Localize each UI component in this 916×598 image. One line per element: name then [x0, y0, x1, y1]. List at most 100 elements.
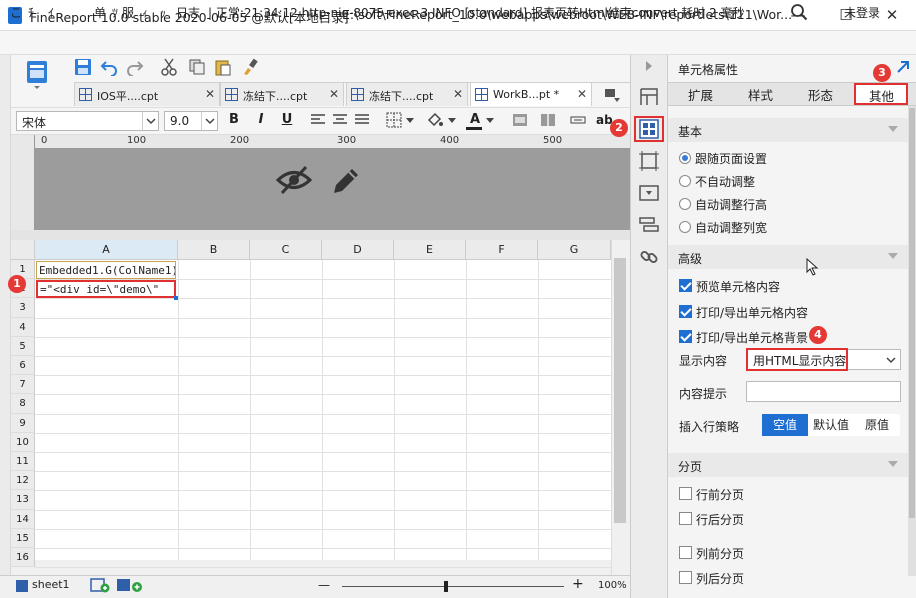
- section-paging[interactable]: 分页: [668, 453, 908, 477]
- italic-button[interactable]: I: [252, 111, 270, 129]
- collapse-arrow-icon[interactable]: [644, 60, 654, 72]
- checkbox-page-after-row[interactable]: [679, 512, 692, 525]
- row-header[interactable]: 9: [11, 413, 35, 433]
- underline-button[interactable]: U: [278, 111, 296, 129]
- tab-close-icon[interactable]: ✕: [329, 87, 339, 101]
- undo-icon[interactable]: [100, 58, 118, 76]
- row-header[interactable]: 5: [11, 336, 35, 356]
- row-header[interactable]: 3: [11, 298, 35, 318]
- login-link[interactable]: 未登录: [844, 4, 880, 21]
- tab-menu-icon[interactable]: [604, 86, 620, 102]
- menu-item[interactable]: 单: [94, 4, 106, 21]
- wrap-icon[interactable]: [570, 115, 586, 125]
- chevron-down-icon[interactable]: [486, 116, 494, 124]
- cut-icon[interactable]: [160, 58, 178, 76]
- row-header[interactable]: 12: [11, 471, 35, 491]
- column-header[interactable]: G: [538, 240, 611, 260]
- tab-close-icon[interactable]: ✕: [205, 87, 215, 101]
- checkbox-print-content[interactable]: [679, 305, 692, 318]
- copy-icon[interactable]: [188, 58, 206, 76]
- chevron-down-icon[interactable]: [448, 116, 456, 124]
- font-size-select[interactable]: 9.0: [164, 111, 218, 131]
- cell-element-icon[interactable]: [638, 150, 660, 172]
- cell-attribute-icon[interactable]: [638, 118, 660, 140]
- menu-item[interactable]: ｯ: [160, 4, 166, 21]
- radio-follow-page[interactable]: [679, 152, 691, 164]
- font-family-select[interactable]: 宋体: [16, 111, 159, 131]
- redo-icon[interactable]: [126, 58, 144, 76]
- checkbox-preview-content[interactable]: [679, 279, 692, 292]
- align-left-icon[interactable]: [310, 113, 326, 127]
- menu-item[interactable]: ｲ: [48, 4, 54, 21]
- cell-a1[interactable]: Embedded1.G(ColName1): [36, 261, 176, 279]
- content-tooltip-input[interactable]: [746, 381, 901, 402]
- tab-close-icon[interactable]: ✕: [577, 87, 587, 101]
- row-header[interactable]: 14: [11, 509, 35, 529]
- menu-item[interactable]: 服: [122, 4, 134, 21]
- row-header[interactable]: 13: [11, 490, 35, 510]
- insert-policy-default[interactable]: 默认值: [808, 414, 854, 436]
- radio-auto-col-width[interactable]: [679, 221, 691, 233]
- zoom-slider-thumb[interactable]: [444, 581, 449, 592]
- left-collapse-bar[interactable]: [0, 55, 11, 575]
- bold-button[interactable]: B: [225, 111, 243, 129]
- tab-freeze-cpt-2[interactable]: 冻结下....cpt ✕: [346, 82, 468, 106]
- condition-attribute-icon[interactable]: [638, 214, 660, 236]
- checkbox-print-background[interactable]: [679, 330, 692, 343]
- checkbox-page-before-row[interactable]: [679, 487, 692, 500]
- split-cells-icon[interactable]: [540, 112, 556, 128]
- column-header[interactable]: C: [250, 240, 322, 260]
- sheet-tab[interactable]: sheet1: [14, 577, 74, 595]
- fill-color-icon[interactable]: [426, 111, 444, 129]
- tab-ios-cpt[interactable]: IOS平....cpt ✕: [74, 82, 220, 106]
- eye-hidden-icon[interactable]: [276, 163, 312, 197]
- expand-arrow-icon[interactable]: [896, 60, 910, 74]
- tab-workbook-active[interactable]: WorkB...pt * ✕: [470, 82, 592, 106]
- menu-item[interactable]: 日志: [176, 4, 200, 21]
- format-painter-icon[interactable]: [242, 58, 260, 76]
- menu-item[interactable]: ﾂ: [112, 4, 118, 21]
- panel-scrollbar-thumb[interactable]: [909, 108, 915, 518]
- insert-policy-null[interactable]: 空值: [762, 414, 808, 436]
- row-header[interactable]: 16: [11, 548, 35, 568]
- paste-icon[interactable]: [214, 58, 232, 76]
- insert-policy-original[interactable]: 原值: [854, 414, 900, 436]
- fill-handle[interactable]: [174, 296, 178, 300]
- merge-cells-icon[interactable]: [512, 112, 528, 128]
- menu-item[interactable]: こ: [10, 4, 22, 21]
- widget-icon[interactable]: [638, 182, 660, 204]
- align-center-icon[interactable]: [332, 113, 348, 127]
- tab-style[interactable]: 样式: [748, 85, 773, 104]
- tab-close-icon[interactable]: ✕: [453, 87, 463, 101]
- menu-item[interactable]: ﾁ: [28, 4, 34, 21]
- row-header[interactable]: 10: [11, 432, 35, 452]
- row-header[interactable]: 8: [11, 394, 35, 414]
- select-all-corner[interactable]: [11, 240, 35, 260]
- row-header[interactable]: 6: [11, 356, 35, 376]
- template-icon[interactable]: [26, 60, 48, 90]
- menu-item[interactable]: ｨ: [142, 4, 148, 21]
- checkbox-page-after-col[interactable]: [679, 571, 692, 584]
- radio-no-auto[interactable]: [679, 175, 691, 187]
- row-header[interactable]: 11: [11, 452, 35, 472]
- canvas-splitter[interactable]: [11, 230, 630, 240]
- row-header[interactable]: 15: [11, 528, 35, 548]
- row-header[interactable]: 7: [11, 375, 35, 395]
- frozen-layout-icon[interactable]: [638, 86, 660, 108]
- column-header[interactable]: B: [178, 240, 250, 260]
- column-header[interactable]: D: [322, 240, 394, 260]
- chevron-down-icon[interactable]: [406, 116, 414, 124]
- close-button[interactable]: ✕: [880, 4, 904, 26]
- cell-a2[interactable]: ="<div id=\"demo\": [36, 280, 176, 298]
- column-header[interactable]: E: [394, 240, 466, 260]
- zoom-in-button[interactable]: +: [572, 576, 584, 592]
- checkbox-page-before-col[interactable]: [679, 546, 692, 559]
- tab-freeze-cpt-1[interactable]: 冻结下....cpt ✕: [220, 82, 344, 106]
- zoom-out-button[interactable]: —: [318, 578, 330, 592]
- column-header[interactable]: F: [466, 240, 538, 260]
- tab-shape[interactable]: 形态: [808, 85, 833, 104]
- zoom-slider[interactable]: [342, 586, 564, 587]
- add-sheet-icon[interactable]: [90, 578, 110, 593]
- section-basic[interactable]: 基本: [668, 118, 908, 142]
- scrollbar-thumb[interactable]: [614, 258, 626, 523]
